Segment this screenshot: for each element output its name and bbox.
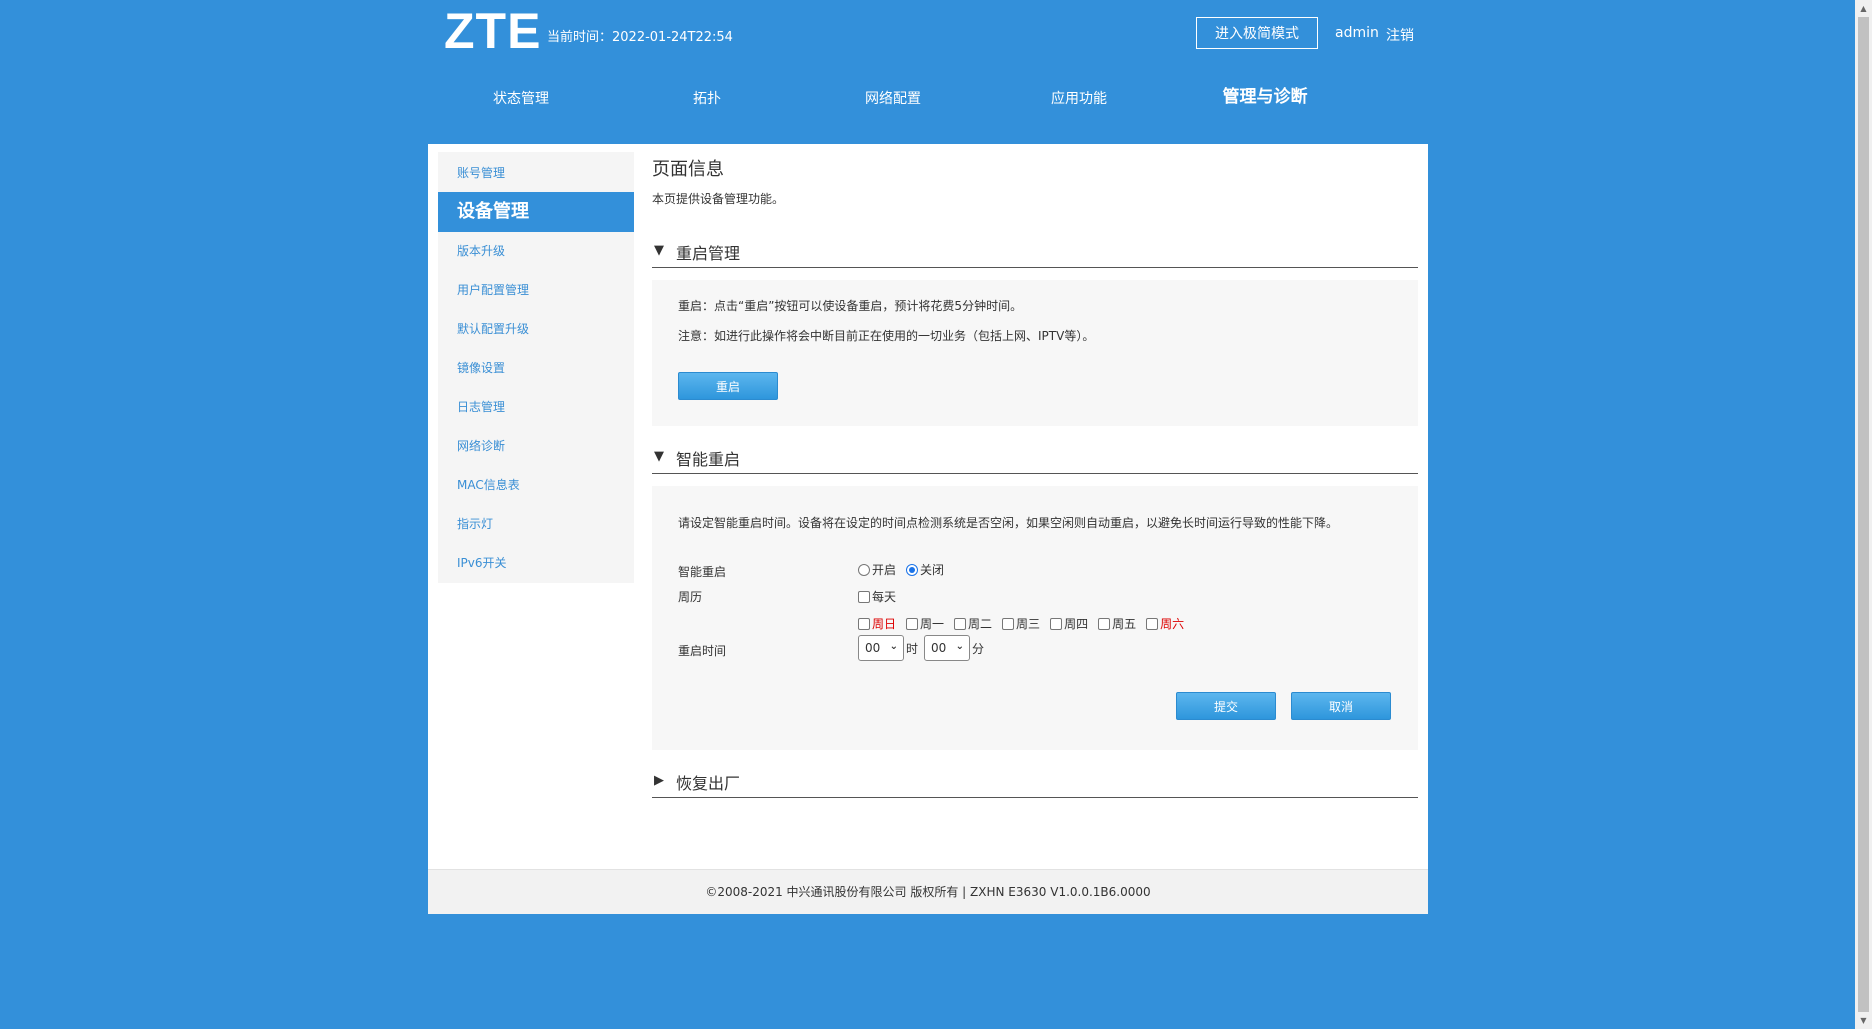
minute-value: 00 bbox=[931, 641, 947, 655]
submit-button[interactable]: 提交 bbox=[1176, 692, 1276, 720]
nav-applications[interactable]: 应用功能 bbox=[986, 88, 1172, 118]
radio-on-label: 开启 bbox=[872, 563, 897, 577]
section-title: 智能重启 bbox=[676, 450, 741, 469]
scroll-up-icon[interactable]: ▲ bbox=[1855, 0, 1872, 17]
monday-checkbox[interactable] bbox=[906, 617, 919, 630]
thursday-checkbox[interactable] bbox=[1050, 617, 1063, 630]
sidebar-item-default-config[interactable]: 默认配置升级 bbox=[438, 310, 634, 348]
section-title: 恢复出厂 bbox=[676, 774, 741, 793]
chevron-down-icon: ⌄ bbox=[955, 641, 965, 652]
smart-reboot-radio-group: 开启 关闭 bbox=[858, 561, 944, 578]
smart-reboot-description: 请设定智能重启时间。设备将在设定的时间点检测系统是否空闲，如果空闲则自动重启，以… bbox=[678, 516, 1339, 530]
tuesday-label: 周二 bbox=[968, 617, 993, 631]
smart-reboot-form: 智能重启 开启 关闭 周历 每天 周日 周一 周二 周三 周四 周五 周六 重启… bbox=[652, 550, 1418, 750]
everyday-option: 每天 bbox=[858, 588, 896, 605]
sidebar-item-network-diagnostics[interactable]: 网络诊断 bbox=[438, 427, 634, 465]
minute-select[interactable]: 00 ⌄ bbox=[924, 635, 971, 661]
expanded-arrow-icon: ▼ bbox=[654, 243, 664, 258]
nav-topology[interactable]: 拓扑 bbox=[614, 88, 800, 118]
saturday-checkbox[interactable] bbox=[1146, 617, 1159, 630]
sidebar-item-ipv6[interactable]: IPv6开关 bbox=[438, 544, 634, 582]
hour-select[interactable]: 00 ⌄ bbox=[858, 635, 904, 661]
saturday-label: 周六 bbox=[1160, 617, 1185, 631]
smart-reboot-label: 智能重启 bbox=[678, 565, 727, 579]
nav-network-config[interactable]: 网络配置 bbox=[800, 88, 986, 118]
sidebar-item-device-management[interactable]: 设备管理 bbox=[438, 192, 634, 232]
sidebar-item-mirror[interactable]: 镜像设置 bbox=[438, 349, 634, 387]
tuesday-checkbox[interactable] bbox=[954, 617, 967, 630]
chevron-down-icon: ⌄ bbox=[889, 641, 898, 652]
footer: ©2008-2021 中兴通讯股份有限公司 版权所有 | ZXHN E3630 … bbox=[428, 869, 1428, 914]
section-smart-reboot-header[interactable]: ▼ 智能重启 bbox=[652, 444, 1418, 474]
radio-off-label: 关闭 bbox=[920, 563, 945, 577]
sidebar-item-indicator[interactable]: 指示灯 bbox=[438, 505, 634, 543]
router-admin-page: ZTE 当前时间：2022-01-24T22:54 进入极简模式 admin 注… bbox=[0, 0, 1872, 1029]
nav-status[interactable]: 状态管理 bbox=[428, 88, 614, 118]
reboot-time-label: 重启时间 bbox=[678, 644, 727, 658]
reboot-note: 重启：点击“重启”按钮可以使设备重启，预计将花费5分钟时间。 bbox=[678, 299, 1023, 313]
scroll-down-icon[interactable]: ▼ bbox=[1855, 1012, 1872, 1029]
everyday-label: 每天 bbox=[872, 590, 897, 604]
collapsed-arrow-icon: ▶ bbox=[654, 773, 664, 788]
sidebar: 账号管理 设备管理 版本升级 用户配置管理 默认配置升级 镜像设置 日志管理 网… bbox=[438, 152, 634, 583]
sidebar-item-user-config[interactable]: 用户配置管理 bbox=[438, 271, 634, 309]
scroll-thumb[interactable] bbox=[1858, 17, 1869, 1012]
everyday-checkbox[interactable] bbox=[858, 590, 870, 603]
sunday-checkbox[interactable] bbox=[858, 617, 870, 630]
weekday-options: 周日 周一 周二 周三 周四 周五 周六 bbox=[858, 615, 1184, 632]
page-description: 本页提供设备管理功能。 bbox=[652, 192, 785, 206]
friday-label: 周五 bbox=[1112, 617, 1137, 631]
wednesday-checkbox[interactable] bbox=[1002, 617, 1015, 630]
radio-off[interactable] bbox=[906, 563, 919, 576]
minute-unit: 分 bbox=[972, 641, 985, 656]
main-panel: 账号管理 设备管理 版本升级 用户配置管理 默认配置升级 镜像设置 日志管理 网… bbox=[428, 144, 1428, 914]
monday-label: 周一 bbox=[920, 617, 945, 631]
sidebar-item-upgrade[interactable]: 版本升级 bbox=[438, 232, 634, 270]
nav-management-diagnostics[interactable]: 管理与诊断 bbox=[1172, 86, 1358, 116]
expanded-arrow-icon: ▼ bbox=[654, 449, 664, 464]
hour-unit: 时 bbox=[906, 641, 919, 656]
sidebar-item-log[interactable]: 日志管理 bbox=[438, 388, 634, 426]
simple-mode-button[interactable]: 进入极简模式 bbox=[1196, 17, 1318, 49]
sunday-label: 周日 bbox=[872, 617, 897, 631]
reboot-time-controls: 00 ⌄ 时 00 ⌄ 分 bbox=[858, 635, 984, 661]
zte-logo: ZTE bbox=[444, 3, 542, 59]
reboot-button[interactable]: 重启 bbox=[678, 372, 778, 400]
calendar-label: 周历 bbox=[678, 590, 703, 604]
logout-link[interactable]: 注销 bbox=[1386, 25, 1414, 45]
wednesday-label: 周三 bbox=[1016, 617, 1041, 631]
reboot-warning: 注意：如进行此操作将会中断目前正在使用的一切业务（包括上网、IPTV等）。 bbox=[678, 329, 1095, 343]
friday-checkbox[interactable] bbox=[1098, 617, 1111, 630]
sidebar-item-account[interactable]: 账号管理 bbox=[438, 154, 634, 192]
hour-value: 00 bbox=[865, 641, 881, 655]
section-reboot-body: 重启：点击“重启”按钮可以使设备重启，预计将花费5分钟时间。 注意：如进行此操作… bbox=[652, 280, 1418, 426]
page-scrollbar[interactable]: ▲ ▼ bbox=[1855, 0, 1872, 1029]
section-title: 重启管理 bbox=[676, 244, 741, 263]
current-time: 当前时间：2022-01-24T22:54 bbox=[547, 30, 733, 45]
radio-on[interactable] bbox=[858, 563, 870, 576]
thursday-label: 周四 bbox=[1064, 617, 1089, 631]
user-name: admin bbox=[1335, 25, 1379, 41]
section-reboot-header[interactable]: ▼ 重启管理 bbox=[652, 238, 1418, 268]
sidebar-item-mac-table[interactable]: MAC信息表 bbox=[438, 466, 634, 504]
section-factory-reset-header[interactable]: ▶ 恢复出厂 bbox=[652, 768, 1418, 798]
cancel-button[interactable]: 取消 bbox=[1291, 692, 1391, 720]
page-title: 页面信息 bbox=[652, 159, 724, 180]
